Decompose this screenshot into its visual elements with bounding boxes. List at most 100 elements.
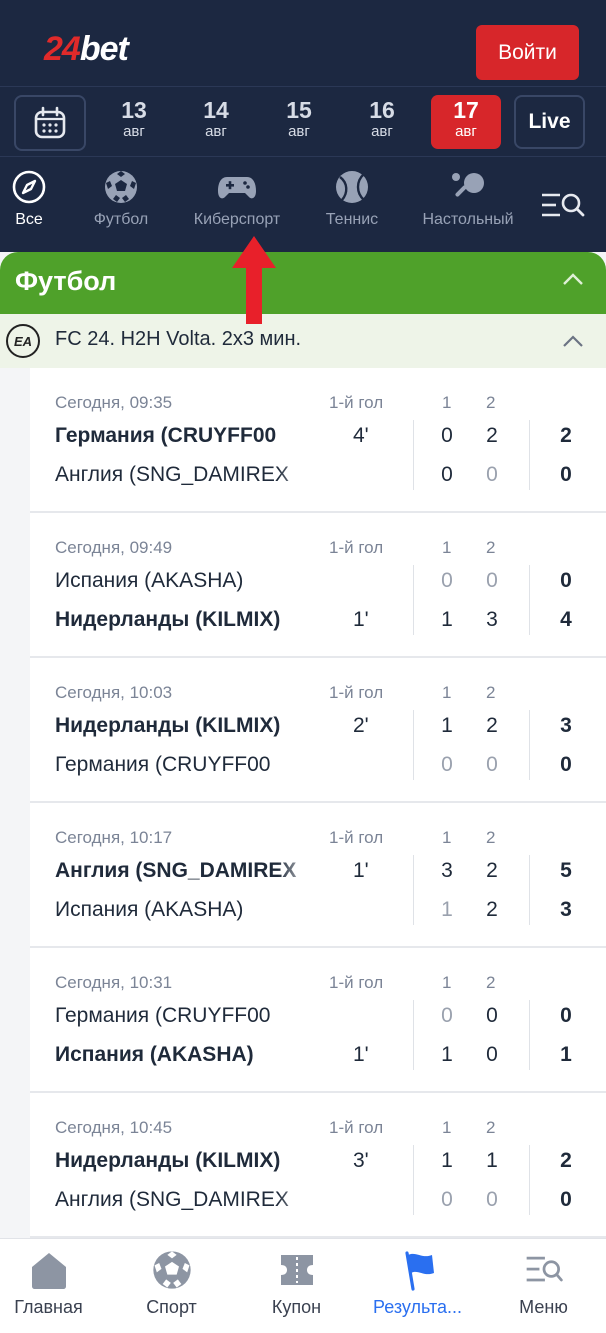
page: 24bet Войти 13 авг 14 авг 15 авг 16 авг … [0, 0, 606, 1333]
first-goal-header: 1-й гол [329, 393, 384, 412]
score-half-2: 2 [486, 714, 498, 737]
score-half-1: 1 [441, 608, 453, 631]
score-half-1: 0 [441, 753, 453, 776]
bottom-navigation: Главная Спорт Купон Результа... Меню [0, 1238, 606, 1333]
nav-results[interactable]: Результа... [357, 1249, 478, 1318]
date-month: авг [455, 123, 477, 140]
date-13[interactable]: 13 авг [99, 97, 169, 141]
chevron-up-icon[interactable] [562, 272, 584, 286]
score-half-1: 1 [441, 1043, 453, 1066]
login-button[interactable]: Войти [476, 25, 579, 80]
score-half-1: 0 [441, 463, 453, 486]
match-row[interactable]: Сегодня, 10:45 1-й гол 1 2 Нидерланды (K… [30, 1093, 606, 1238]
sport-tab-label: Все [15, 211, 43, 228]
score-half-2: 0 [486, 1043, 498, 1066]
divider [529, 1145, 530, 1215]
score-half-1: 1 [441, 714, 453, 737]
team-home: Германия (CRUYFF00 [55, 424, 277, 447]
score-total: 5 [560, 859, 572, 882]
half-1-header: 1 [442, 1118, 452, 1137]
divider [529, 420, 530, 490]
match-row[interactable]: Сегодня, 09:35 1-й гол 1 2 Германия (CRU… [30, 368, 606, 513]
score-total: 3 [560, 898, 572, 921]
chevron-up-icon[interactable] [562, 334, 584, 348]
sports-filter-bar: Все Футбол Киберспорт Теннис Настольный [0, 156, 606, 252]
team-home: Германия (CRUYFF00 [55, 1004, 271, 1027]
half-2-header: 2 [486, 683, 496, 702]
score-half-2: 3 [486, 608, 498, 631]
date-selector: 13 авг 14 авг 15 авг 16 авг 17 авг Live [0, 86, 606, 156]
score-half-2: 0 [486, 753, 498, 776]
score-half-1: 0 [441, 1004, 453, 1027]
match-time: Сегодня, 10:45 [55, 1118, 173, 1137]
nav-home[interactable]: Главная [0, 1249, 109, 1318]
first-goal-minute: 4' [353, 424, 369, 447]
match-row[interactable]: Сегодня, 10:31 1-й гол 1 2 Германия (CRU… [30, 948, 606, 1093]
score-total: 0 [560, 463, 572, 486]
date-17-selected[interactable]: 17 авг [431, 95, 501, 149]
first-goal-header: 1-й гол [329, 828, 384, 847]
match-time: Сегодня, 10:03 [55, 683, 173, 702]
sport-tab-label: Теннис [325, 211, 379, 228]
app-header: 24bet Войти [0, 0, 606, 86]
half-2-header: 2 [486, 1118, 496, 1137]
league-title: FC 24. H2H Volta. 2x3 мин. [55, 328, 302, 350]
sport-tab-tennis[interactable]: Теннис [319, 169, 385, 229]
team-home: Англия (SNG_DAMIREX [55, 859, 297, 882]
half-2-header: 2 [486, 393, 496, 412]
table-tennis-icon [452, 173, 484, 197]
sport-tab-all[interactable]: Все [7, 169, 51, 229]
sport-tab-label: Настольный [422, 211, 514, 228]
match-row[interactable]: Сегодня, 10:17 1-й гол 1 2 Англия (SNG_D… [30, 803, 606, 948]
brand-logo[interactable]: 24bet [44, 30, 129, 69]
nav-label: Купон [271, 1297, 322, 1317]
tennis-ball-icon [336, 171, 368, 203]
score-half-1: 0 [441, 569, 453, 592]
sport-tab-table-tennis[interactable]: Настольный [414, 169, 522, 229]
score-half-1: 3 [441, 859, 453, 882]
calendar-button[interactable] [14, 95, 86, 151]
nav-menu[interactable]: Меню [483, 1249, 604, 1318]
first-goal-header: 1-й гол [329, 973, 384, 992]
score-total: 4 [560, 608, 572, 631]
date-day: 13 [121, 97, 147, 123]
nav-coupon[interactable]: Купон [236, 1249, 357, 1318]
match-row[interactable]: Сегодня, 09:49 1-й гол 1 2 Испания (AKAS… [30, 513, 606, 658]
half-1-header: 1 [442, 538, 452, 557]
match-row[interactable]: Сегодня, 10:03 1-й гол 1 2 Нидерланды (K… [30, 658, 606, 803]
sport-tab-football[interactable]: Футбол [86, 169, 156, 229]
team-home: Испания (AKASHA) [55, 569, 244, 592]
divider [529, 710, 530, 780]
score-total: 3 [560, 714, 572, 737]
sport-section-header[interactable]: Футбол [0, 252, 606, 314]
first-goal-minute: 3' [353, 1149, 369, 1172]
filter-menu-button[interactable] [520, 157, 606, 252]
divider [529, 855, 530, 925]
score-half-2: 0 [486, 1004, 498, 1027]
date-month: авг [288, 123, 310, 140]
divider [413, 1145, 414, 1215]
team-away: Испания (AKASHA) [55, 1043, 254, 1066]
date-14[interactable]: 14 авг [181, 97, 251, 141]
match-time: Сегодня, 09:35 [55, 393, 173, 412]
match-results-list: Сегодня, 09:35 1-й гол 1 2 Германия (CRU… [30, 368, 606, 1238]
score-half-2: 1 [486, 1149, 498, 1172]
nav-sport[interactable]: Спорт [111, 1249, 232, 1318]
date-month: авг [205, 123, 227, 140]
team-home: Нидерланды (KILMIX) [55, 1149, 281, 1172]
half-2-header: 2 [486, 538, 496, 557]
soccer-ball-icon [152, 1251, 191, 1289]
league-logo: EA [6, 324, 40, 358]
nav-label: Главная [14, 1297, 83, 1317]
divider [529, 565, 530, 635]
date-15[interactable]: 15 авг [264, 97, 334, 141]
home-icon [31, 1253, 66, 1289]
half-1-header: 1 [442, 828, 452, 847]
half-1-header: 1 [442, 393, 452, 412]
score-total: 0 [560, 1188, 572, 1211]
live-button[interactable]: Live [514, 95, 585, 149]
team-away: Нидерланды (KILMIX) [55, 608, 281, 631]
date-16[interactable]: 16 авг [347, 97, 417, 141]
league-header[interactable]: EA FC 24. H2H Volta. 2x3 мин. [0, 314, 606, 368]
sport-tab-esports[interactable]: Киберспорт [183, 169, 291, 229]
